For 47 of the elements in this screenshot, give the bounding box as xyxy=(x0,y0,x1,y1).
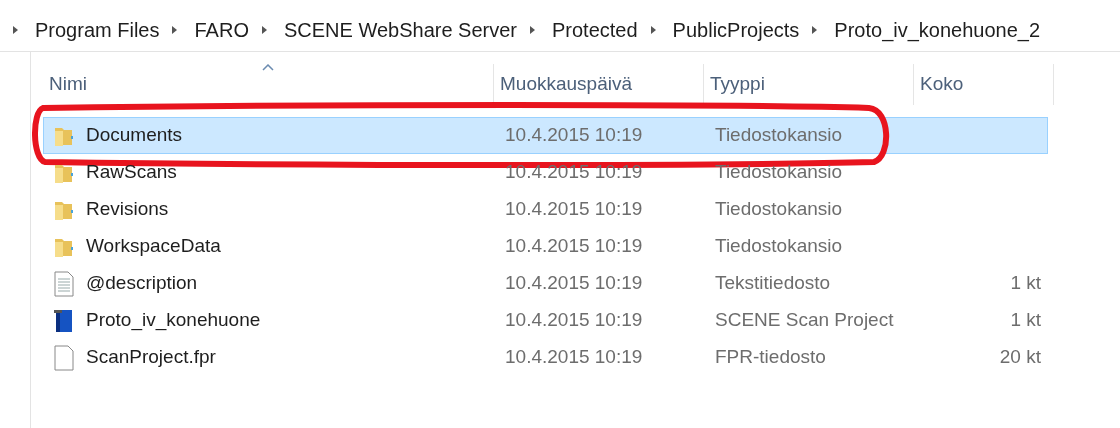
column-header[interactable]: Koko xyxy=(914,64,1054,105)
file-row[interactable]: Proto_iv_konehuone 10.4.2015 10:19 SCENE Scan Project 1 kt xyxy=(43,302,1048,339)
chevron-icon xyxy=(649,24,657,35)
file-row[interactable]: Revisions 10.4.2015 10:19 Tiedostokansio xyxy=(43,191,1048,228)
breadcrumb-item[interactable]: Proto_iv_konehuone_2 xyxy=(834,14,1041,45)
modified-date: 10.4.2015 10:19 xyxy=(505,198,643,220)
file-row[interactable]: @description 10.4.2015 10:19 Tekstitiedosto 1 kt xyxy=(43,265,1048,302)
breadcrumb-item[interactable]: PublicProjects xyxy=(672,14,800,45)
file-size: 1 kt xyxy=(1010,271,1041,296)
chevron-icon xyxy=(171,24,179,35)
file-type: Tekstitiedosto xyxy=(715,272,831,294)
modified-date: 10.4.2015 10:19 xyxy=(505,272,643,294)
file-type: Tiedostokansio xyxy=(715,124,843,146)
modified-date: 10.4.2015 10:19 xyxy=(505,309,643,331)
modified-date: 10.4.2015 10:19 xyxy=(505,235,643,257)
column-header[interactable]: Tyyppi xyxy=(704,64,914,105)
modified-date: 10.4.2015 10:19 xyxy=(505,124,643,146)
file-name: ScanProject.fpr xyxy=(86,345,216,370)
chevron-icon xyxy=(529,24,536,35)
file-name: RawScans xyxy=(86,160,177,185)
file-name: WorkspaceData xyxy=(86,234,221,259)
chevron-icon xyxy=(260,24,268,35)
file-type: SCENE Scan Project xyxy=(715,309,894,331)
file-type: Tiedostokansio xyxy=(715,161,843,183)
file-icon xyxy=(52,344,76,371)
file-name: Revisions xyxy=(86,197,169,222)
file-name: Documents xyxy=(86,123,183,148)
file-type: FPR-tiedosto xyxy=(715,346,826,368)
file-size: 1 kt xyxy=(1010,308,1041,333)
file-row[interactable]: Documents 10.4.2015 10:19 Tiedostokansio xyxy=(43,117,1048,154)
file-name: @description xyxy=(86,271,198,296)
file-type: Tiedostokansio xyxy=(715,235,843,257)
breadcrumb-item[interactable]: FARO xyxy=(194,14,249,45)
modified-date: 10.4.2015 10:19 xyxy=(505,346,643,368)
text-file-icon xyxy=(52,270,76,297)
column-header[interactable]: Nimi xyxy=(43,64,494,105)
chevron-icon xyxy=(811,24,819,35)
breadcrumb-item[interactable]: Protected xyxy=(552,14,638,45)
file-row[interactable]: ScanProject.fpr 10.4.2015 10:19 FPR-tiedosto 20 kt xyxy=(43,339,1048,376)
file-name: Proto_iv_konehuone xyxy=(86,308,261,333)
chevron-icon xyxy=(12,24,19,35)
file-size: 20 kt xyxy=(999,345,1041,370)
file-type: Tiedostokansio xyxy=(715,198,843,220)
breadcrumb-item[interactable]: SCENE WebShare Server xyxy=(283,14,517,45)
column-header[interactable]: Muokkauspäivä xyxy=(494,64,704,105)
breadcrumb-item[interactable]: Program Files xyxy=(35,14,160,45)
file-row[interactable]: WorkspaceData 10.4.2015 10:19 Tiedostokansio xyxy=(43,228,1048,265)
